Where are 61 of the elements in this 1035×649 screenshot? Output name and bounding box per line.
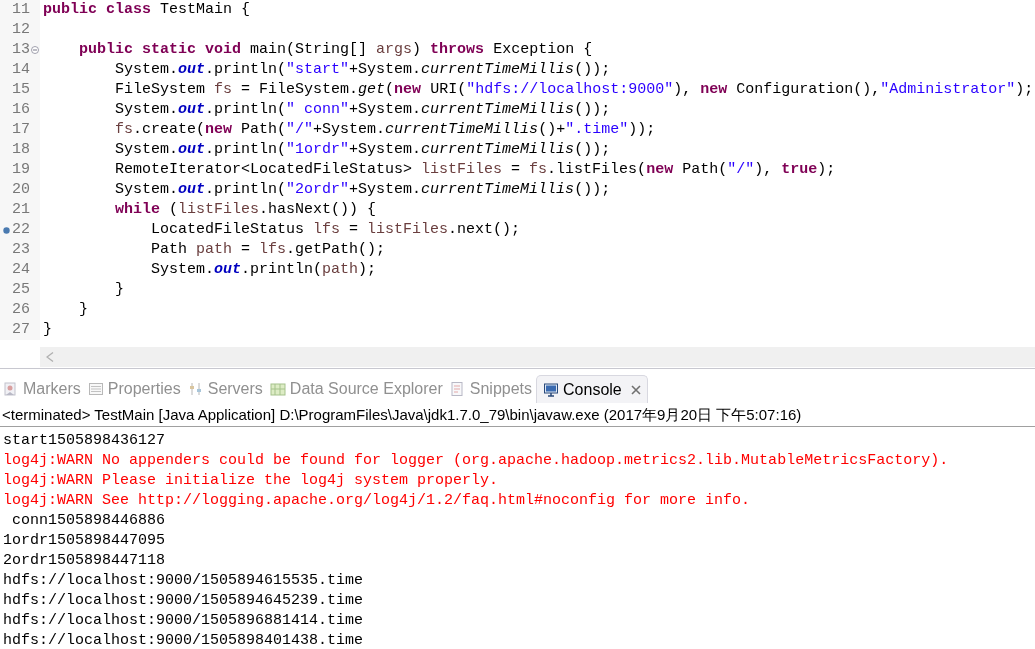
console-line: 1ordr1505898447095: [2, 531, 167, 551]
code-line: System.out.println("start"+System.currentTimeMillis());: [114, 60, 611, 80]
close-icon[interactable]: [630, 384, 641, 395]
view-tab[interactable]: Servers: [184, 375, 267, 403]
console-line: start1505898436127: [2, 431, 167, 451]
line-number: 18: [11, 140, 30, 160]
line-number: 12: [11, 20, 30, 40]
line-number: 15: [11, 80, 30, 100]
console-line: log4j:WARN Please initialize the log4j system properly.: [2, 471, 500, 491]
console-line: hdfs://localhost:9000/1505894645239.time: [2, 591, 365, 611]
line-number: 23: [11, 240, 30, 260]
code-line: System.out.println("1ordr"+System.currentTimeMillis());: [114, 140, 611, 160]
code-line: public class TestMain {: [42, 0, 251, 20]
console-line: 2ordr1505898447118: [2, 551, 167, 571]
snippets-view-icon: [449, 381, 466, 397]
collapse-icon[interactable]: [31, 46, 39, 54]
line-number: 20: [11, 180, 30, 200]
code-line: System.out.println(path);: [150, 260, 377, 280]
line-number: 26: [11, 300, 30, 320]
view-tab[interactable]: Console: [536, 375, 648, 403]
datasource-view-icon: [269, 381, 286, 397]
code-line: System.out.println("2ordr"+System.currentTimeMillis());: [114, 180, 611, 200]
code-line: }: [78, 300, 88, 320]
console-view-icon: [543, 381, 560, 398]
servers-view-icon: [187, 381, 204, 397]
line-number: 22: [11, 220, 30, 240]
horizontal-scrollbar[interactable]: [40, 347, 1035, 367]
markers-view-icon: [3, 381, 19, 397]
line-number: 25: [11, 280, 30, 300]
console-header: <terminated> TestMain [Java Application] D:\ProgramFiles\Java\jdk1.7.0_79\bin\javaw.exe (2017年9月20日 下午5:07:16): [0, 403, 1035, 427]
code-line: System.out.println(" conn"+System.currentTimeMillis());: [114, 100, 611, 120]
view-tab[interactable]: Snippets: [446, 375, 537, 403]
code-line: }: [114, 280, 124, 300]
console-line: hdfs://localhost:9000/1505896881414.time: [2, 611, 365, 631]
console-line: conn1505898446886: [11, 511, 167, 531]
code-line: LocatedFileStatus lfs = listFiles.next();: [150, 220, 521, 240]
console-line: log4j:WARN See http://logging.apache.org/log4j/1.2/faq.html#noconfig for more info.: [2, 491, 752, 511]
line-number: 17: [11, 120, 30, 140]
line-number: 13: [11, 40, 30, 60]
line-number: 14: [11, 60, 30, 80]
line-number: 24: [11, 260, 30, 280]
view-tab[interactable]: Markers: [0, 375, 85, 403]
code-editor[interactable]: [0, 0, 1035, 369]
code-line: FileSystem fs = FileSystem.get(new URI("hdfs://localhost:9000"), new Configuration(),"Administrator");: [114, 80, 1034, 100]
code-line: fs.create(new Path("/"+System.currentTimeMillis()+".time"));: [114, 120, 656, 140]
line-number: 27: [11, 320, 30, 340]
line-number: 19: [11, 160, 30, 180]
code-line: Path path = lfs.getPath();: [150, 240, 386, 260]
console-line: hdfs://localhost:9000/1505894615535.time: [2, 571, 365, 591]
view-tab[interactable]: Properties: [84, 375, 185, 403]
console-line: log4j:WARN No appenders could be found for logger (org.apache.hadoop.metrics2.lib.MutableMetricsFactory).: [2, 451, 950, 471]
console-line: hdfs://localhost:9000/1505898401438.time: [2, 631, 365, 649]
code-line: RemoteIterator<LocatedFileStatus> listFiles = fs.listFiles(new Path("/"), true);: [114, 160, 836, 180]
properties-view-icon: [87, 381, 104, 397]
view-tab[interactable]: Data Source Explorer: [266, 375, 447, 403]
line-number: 21: [11, 200, 30, 220]
code-line: }: [42, 320, 52, 340]
code-line: public static void main(String[] args) throws Exception {: [78, 40, 593, 60]
line-number: 16: [11, 100, 30, 120]
line-number: 11: [11, 0, 30, 20]
code-line: while (listFiles.hasNext()) {: [114, 200, 377, 220]
